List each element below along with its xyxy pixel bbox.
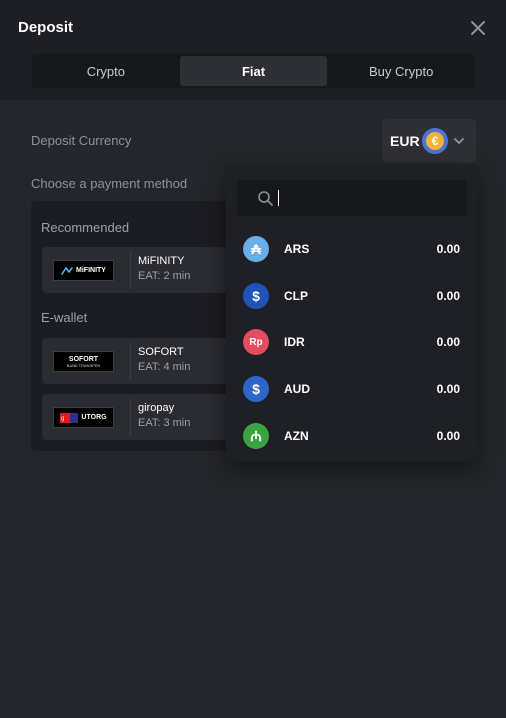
chevron-down-icon <box>454 138 464 144</box>
giropay-logo: g UTORG <box>53 407 114 428</box>
currency-code: CLP <box>284 289 308 303</box>
currency-balance: 0.00 <box>436 382 460 396</box>
text-caret <box>278 190 279 206</box>
sofort-logo: SOFORT BANK TRANSFER <box>53 351 114 372</box>
payment-method-mifinity[interactable]: MiFINITY MiFINITY EAT: 2 min <box>42 247 244 293</box>
currency-balance: 0.00 <box>436 289 460 303</box>
selected-currency-code: EUR <box>390 133 420 149</box>
section-title-recommended: Recommended <box>41 220 130 235</box>
payment-method-sofort[interactable]: SOFORT BANK TRANSFER SOFORT EAT: 4 min <box>42 338 244 384</box>
method-divider <box>130 398 131 436</box>
currency-balance: 0.00 <box>436 242 460 256</box>
method-eat: EAT: 3 min <box>138 417 191 429</box>
azn-symbol: ₼ <box>250 427 262 444</box>
aud-icon: $ <box>243 376 269 402</box>
currency-option-idr[interactable]: Rp IDR 0.00 <box>226 322 478 362</box>
ars-icon: ₳ <box>243 236 269 262</box>
sofort-logo-text: SOFORT <box>68 355 99 363</box>
section-title-ewallet: E-wallet <box>41 310 88 325</box>
currency-search-input[interactable] <box>283 189 453 207</box>
method-name: SOFORT <box>138 346 184 358</box>
deposit-currency-label: Deposit Currency <box>31 133 132 148</box>
deposit-tabs: Crypto Fiat Buy Crypto <box>32 54 475 88</box>
currency-search[interactable] <box>237 180 467 216</box>
giropay-logo-text: UTORG <box>81 414 107 421</box>
currency-dropdown: ₳ ARS 0.00 $ CLP 0.00 Rp IDR 0.00 $ AUD … <box>226 165 478 461</box>
clp-icon: $ <box>243 283 269 309</box>
idr-symbol: Rp <box>249 336 263 348</box>
svg-text:g: g <box>61 416 64 422</box>
currency-code: IDR <box>284 335 305 349</box>
currency-option-aud[interactable]: $ AUD 0.00 <box>226 369 478 409</box>
currency-balance: 0.00 <box>436 429 460 443</box>
tab-crypto[interactable]: Crypto <box>32 54 180 88</box>
currency-code: AZN <box>284 429 309 443</box>
modal-title: Deposit <box>18 19 74 36</box>
payment-method-label: Choose a payment method <box>31 176 188 191</box>
currency-code: ARS <box>284 242 310 256</box>
currency-option-ars[interactable]: ₳ ARS 0.00 <box>226 229 478 269</box>
currency-option-azn[interactable]: ₼ AZN 0.00 <box>226 416 478 456</box>
clp-symbol: $ <box>252 288 260 304</box>
euro-symbol: € <box>426 132 444 150</box>
method-eat: EAT: 2 min <box>138 270 191 282</box>
euro-icon: € <box>422 128 448 154</box>
mifinity-logo: MiFINITY <box>53 260 114 281</box>
modal-header: Deposit Crypto Fiat Buy Crypto <box>0 0 506 100</box>
method-eat: EAT: 4 min <box>138 361 191 373</box>
currency-selector[interactable]: EUR € <box>382 119 476 163</box>
method-divider <box>130 342 131 380</box>
aud-symbol: $ <box>252 381 260 397</box>
ars-symbol: ₳ <box>250 241 262 257</box>
method-name: MiFINITY <box>138 255 185 267</box>
tab-fiat[interactable]: Fiat <box>179 56 328 86</box>
mifinity-logo-text: MiFINITY <box>76 267 106 274</box>
currency-option-clp[interactable]: $ CLP 0.00 <box>226 276 478 316</box>
tab-buy-crypto[interactable]: Buy Crypto <box>327 54 475 88</box>
method-divider <box>130 251 131 289</box>
currency-balance: 0.00 <box>436 335 460 349</box>
sofort-logo-subtext: BANK TRANSFER <box>66 362 101 368</box>
method-name: giropay <box>138 402 175 414</box>
payment-method-giropay[interactable]: g UTORG giropay EAT: 3 min <box>42 394 244 440</box>
search-icon <box>258 191 273 206</box>
mifinity-icon <box>61 266 73 275</box>
currency-code: AUD <box>284 382 310 396</box>
giropay-logo-mark: g <box>60 412 79 423</box>
idr-icon: Rp <box>243 329 269 355</box>
close-icon[interactable] <box>466 16 490 40</box>
azn-icon: ₼ <box>243 423 269 449</box>
deposit-modal: Deposit Crypto Fiat Buy Crypto Deposit C… <box>0 0 506 718</box>
